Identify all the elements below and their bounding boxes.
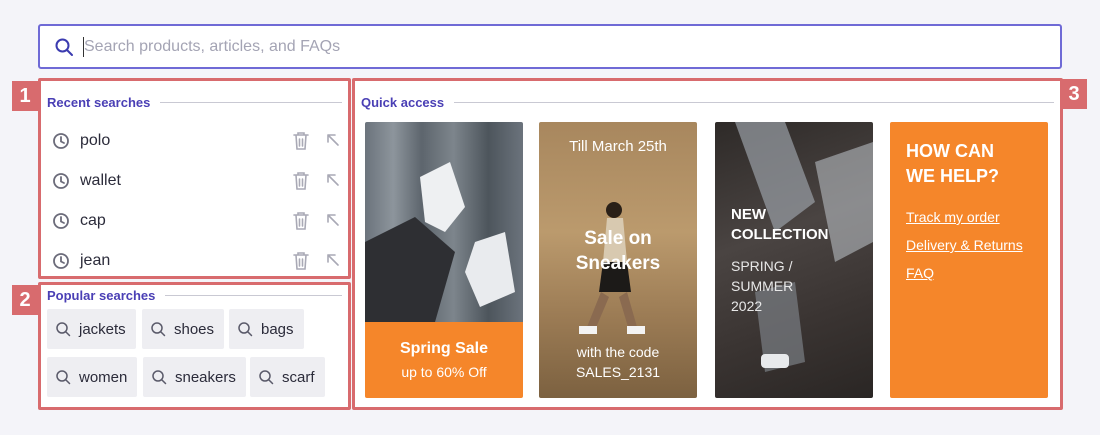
- help-card-title: HOW CAN WE HELP?: [906, 139, 999, 189]
- recent-searches-header: Recent searches: [47, 95, 342, 110]
- card-title-line: Sale on: [584, 228, 652, 249]
- search-input[interactable]: [84, 26, 1044, 67]
- chip-label: scarf: [282, 368, 315, 386]
- search-icon: [259, 370, 274, 385]
- trash-icon[interactable]: [292, 131, 310, 151]
- search-icon: [55, 38, 73, 56]
- recent-search-item[interactable]: wallet: [41, 161, 348, 201]
- promo-code: SALES_2131: [575, 364, 661, 380]
- recent-search-label: wallet: [80, 172, 121, 189]
- spring-sale-banner: Spring Sale up to 60% Off: [365, 322, 523, 398]
- search-icon: [151, 322, 166, 337]
- card-subtitle: SPRING / SUMMER 2022: [731, 256, 793, 316]
- search-icon: [56, 322, 71, 337]
- divider: [160, 102, 342, 103]
- divider: [165, 295, 342, 296]
- popular-search-chip[interactable]: women: [47, 357, 138, 397]
- card-subtitle-line: SUMMER: [731, 278, 794, 294]
- recent-search-label: cap: [80, 212, 106, 229]
- search-icon: [238, 322, 253, 337]
- arrow-up-left-icon[interactable]: [325, 132, 341, 148]
- sneakers-photo: [365, 122, 523, 322]
- faq-link[interactable]: FAQ: [906, 265, 934, 281]
- clock-icon: [53, 133, 69, 149]
- search-icon: [56, 370, 71, 385]
- clock-icon: [53, 173, 69, 189]
- recent-search-label: jean: [80, 252, 111, 269]
- popular-search-chip[interactable]: scarf: [250, 357, 325, 397]
- popular-search-chip[interactable]: jackets: [47, 309, 136, 349]
- card-bottom-text: with the code SALES_2131: [539, 342, 697, 382]
- card-title-line: HOW CAN: [906, 141, 994, 161]
- trash-icon[interactable]: [292, 171, 310, 191]
- annotation-badge-2: 2: [12, 285, 38, 315]
- popular-search-chip[interactable]: sneakers: [143, 357, 246, 397]
- card-top-text: Till March 25th: [569, 138, 667, 155]
- clock-icon: [53, 213, 69, 229]
- search-icon: [152, 370, 167, 385]
- card-title-line: NEW: [731, 206, 766, 223]
- popular-searches-title: Popular searches: [47, 288, 156, 303]
- card-subtitle-line: SPRING /: [731, 258, 793, 274]
- arrow-up-left-icon[interactable]: [325, 172, 341, 188]
- card-title: Sale on Sneakers: [539, 226, 697, 276]
- card-title: Spring Sale: [399, 340, 489, 357]
- annotation-badge-3: 3: [1061, 79, 1087, 109]
- recent-search-item[interactable]: jean: [41, 241, 348, 281]
- chip-label: women: [79, 368, 128, 386]
- track-order-link[interactable]: Track my order: [906, 209, 1000, 225]
- recent-search-item[interactable]: cap: [41, 201, 348, 241]
- popular-search-chip[interactable]: bags: [229, 309, 304, 349]
- popular-searches-header: Popular searches: [47, 288, 342, 303]
- card-title-line: COLLECTION: [731, 226, 829, 243]
- recent-search-item[interactable]: polo: [41, 121, 348, 161]
- popular-searches-panel: Popular searches jackets shoes bags wome…: [38, 282, 351, 410]
- card-subtitle-line: 2022: [731, 298, 763, 314]
- card-title: NEW COLLECTION: [731, 205, 829, 245]
- delivery-returns-link[interactable]: Delivery & Returns: [906, 237, 1023, 253]
- trash-icon[interactable]: [292, 251, 310, 271]
- help-card: HOW CAN WE HELP? Track my order Delivery…: [890, 122, 1048, 398]
- chip-label: sneakers: [175, 368, 236, 386]
- quick-access-title: Quick access: [361, 95, 445, 110]
- arrow-up-left-icon[interactable]: [325, 212, 341, 228]
- recent-searches-title: Recent searches: [47, 95, 151, 110]
- card-title-line: WE HELP?: [906, 166, 999, 186]
- search-bar[interactable]: [38, 24, 1062, 69]
- recent-search-label: polo: [80, 132, 111, 149]
- popular-search-chip[interactable]: shoes: [142, 309, 225, 349]
- promo-card-spring-sale[interactable]: Spring Sale up to 60% Off: [365, 122, 523, 398]
- clock-icon: [53, 253, 69, 269]
- chip-label: bags: [261, 320, 294, 338]
- card-bottom-line: with the code: [576, 344, 660, 360]
- card-title-line: Sneakers: [575, 253, 661, 274]
- arrow-up-left-icon[interactable]: [325, 252, 341, 268]
- promo-card-sneakers-sale[interactable]: Till March 25th Sale on Sneakers with th…: [539, 122, 697, 398]
- text-caret: [83, 37, 84, 57]
- chip-label: shoes: [174, 320, 215, 338]
- quick-access-panel: Quick access Spring Sale up to 60% Off T…: [352, 78, 1063, 410]
- card-subtitle: up to 60% Off: [401, 364, 487, 380]
- annotation-badge-1: 1: [12, 81, 38, 111]
- chip-label: jackets: [79, 320, 126, 338]
- sneaker-illustration: [365, 162, 515, 322]
- trash-icon[interactable]: [292, 211, 310, 231]
- promo-card-new-collection[interactable]: NEW COLLECTION SPRING / SUMMER 2022: [715, 122, 873, 398]
- quick-access-header: Quick access: [361, 95, 1054, 110]
- divider: [454, 102, 1054, 103]
- recent-searches-list: polo wallet cap jean: [41, 121, 348, 281]
- recent-searches-panel: Recent searches polo wallet cap jean: [38, 78, 351, 279]
